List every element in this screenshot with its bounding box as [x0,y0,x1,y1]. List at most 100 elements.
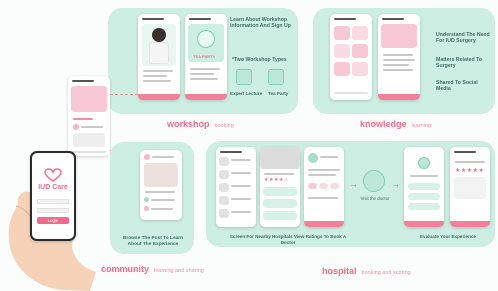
expert-lecture-label: Expert Lecture [230,91,263,96]
hospital-title: hospital [322,266,357,276]
hospital-thumb [219,157,229,166]
community-phone-1[interactable] [140,150,182,220]
expert-avatar [152,28,166,42]
flow-arrow: → [391,179,400,189]
doctor-avatar [308,153,318,163]
post-avatar [144,154,150,160]
text-line [231,172,251,174]
text-line [152,156,174,158]
login-phone[interactable]: IUD Care Login [30,151,76,241]
doctor-card [263,211,297,220]
text-line [308,174,336,176]
share-button[interactable] [378,94,420,100]
tea-party-icon [268,69,284,85]
text-line [231,159,251,161]
visit-doctor-caption: Visit the doctor [360,196,390,201]
knowledge-subtitle: learning [411,123,432,129]
home-phone[interactable] [68,76,110,156]
username-field[interactable] [37,199,69,204]
text-line [151,208,173,210]
community-title: community [101,264,150,274]
knowledge-title: knowledge [360,119,407,129]
tea-cup-icon [197,30,215,48]
time-slot[interactable] [319,183,328,189]
comment-avatar [144,206,149,211]
workshop-title: workshop [167,119,210,129]
text-line [383,64,409,66]
hospital-photo [260,147,300,169]
text-line [308,197,338,199]
text-line [143,80,171,82]
text-line [231,185,251,187]
login-button[interactable]: Login [37,217,69,224]
workshop-caption-1: Learn About Workshop Information And Sig… [230,17,291,29]
text-line [231,198,251,200]
text-line [308,169,340,171]
hospital-phone-4[interactable] [404,147,444,227]
info-row [408,193,440,200]
phone-header [382,18,404,20]
time-slot[interactable] [308,183,317,189]
home-banner [71,86,107,112]
app-showcase: TEA PARTY Learn About Workshop Informati… [0,0,498,291]
hospital-section-title: hospital booking and scoring [322,266,411,276]
hospital-subtitle: booking and scoring [361,270,411,276]
book-button[interactable] [185,94,227,100]
knowledge-section-title: knowledge learning [360,119,431,129]
rating-stars[interactable]: ★★★★★ [455,167,484,174]
text-line [145,191,175,193]
phone-header [142,18,164,20]
text-line [264,173,294,175]
knowledge-phone-1[interactable] [330,14,372,100]
hospital-phone-3[interactable] [304,147,344,227]
heart-logo-icon [44,168,62,182]
text-line [455,161,485,163]
expert-body [149,42,169,64]
doctor-visit-icon [363,170,385,192]
connector-line [110,94,138,95]
text-line [143,75,167,77]
time-slot[interactable] [330,183,339,189]
workshop-phone-1[interactable] [138,14,180,100]
text-line [81,126,103,128]
article-image [334,44,350,58]
expert-lecture-icon [236,69,252,85]
text-line [73,118,93,120]
doctor-card [263,199,297,208]
post-avatar [73,124,79,130]
hospital-caption-3: Evaluate Your Experience [419,234,476,239]
knowledge-phone-2[interactable] [378,14,420,100]
hospital-thumb [219,209,229,218]
tab-bar [334,92,368,94]
text-line [383,69,413,71]
rating-stars: ★★★★☆ [264,177,289,183]
hospital-phone-1[interactable] [216,147,256,227]
article-hero [381,24,417,48]
tea-party-label: TEA PARTY [193,54,216,59]
text-line [410,175,438,177]
book-button[interactable] [138,94,180,100]
password-field[interactable] [37,208,69,213]
article-image [352,26,368,40]
comment-avatar [144,197,149,202]
hospital-phone-5[interactable]: ★★★★★ [450,147,490,227]
doctor-card [263,187,297,196]
submit-button[interactable] [450,221,490,227]
flow-arrow: → [349,179,358,189]
success-icon [418,157,430,169]
community-caption: Browse The Post To Learn About The Exper… [122,236,184,247]
book-doctor-button[interactable] [304,221,344,227]
workshop-phone-2[interactable]: TEA PARTY [185,14,227,100]
phone-header [220,151,242,153]
phone-header [72,80,94,82]
confirm-button[interactable] [404,221,444,227]
text-line [190,73,214,75]
post-image [73,133,105,147]
hospital-thumb [219,183,229,192]
hospital-thumb [219,196,229,205]
tab-bar [72,151,106,153]
hospital-thumb [219,170,229,179]
hospital-phone-2[interactable]: ★★★★☆ [260,147,300,227]
article-image [334,26,350,40]
review-box[interactable] [454,177,486,199]
